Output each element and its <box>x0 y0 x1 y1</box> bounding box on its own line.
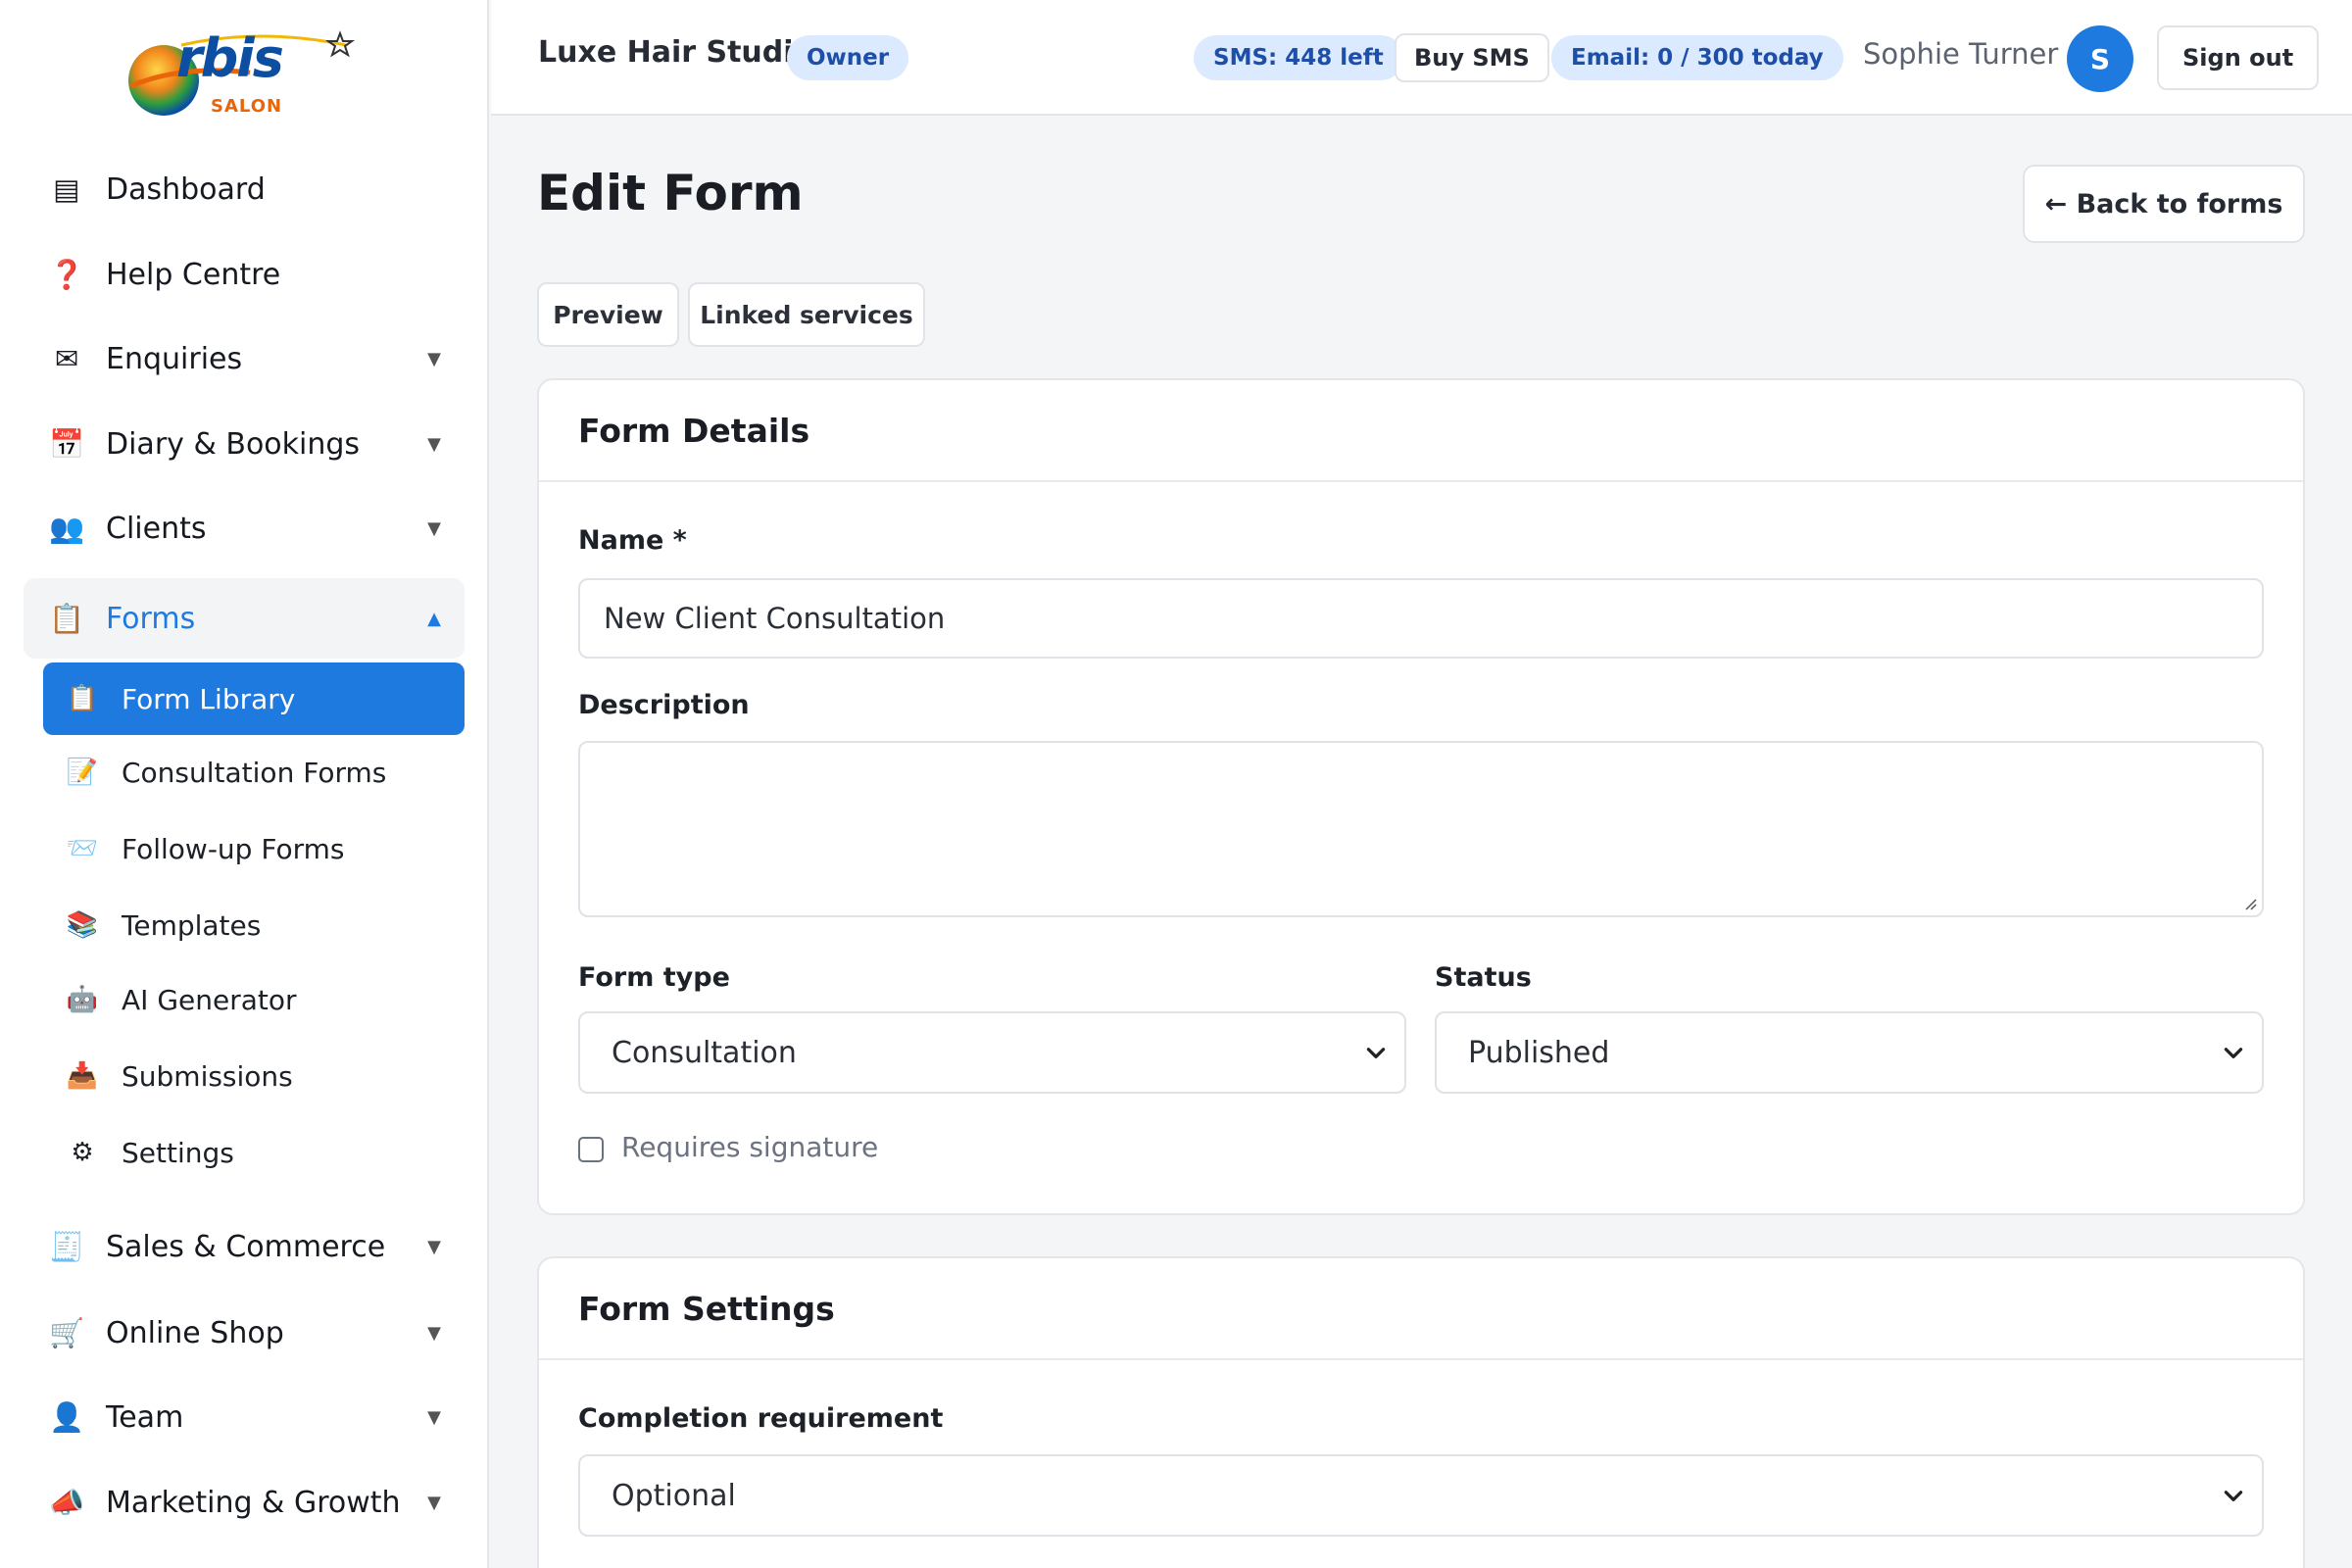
sign-out-button[interactable]: Sign out <box>2157 25 2320 90</box>
sidebar-item-label: Team <box>106 1399 184 1435</box>
sidebar-subitem-ai-generator[interactable]: 🤖 AI Generator <box>43 963 465 1036</box>
chevron-down-icon: ▼ <box>427 433 441 455</box>
status-select[interactable]: Published <box>1435 1011 2264 1094</box>
sidebar-item-sales-commerce[interactable]: 🧾 Sales & Commerce ▼ <box>24 1210 465 1283</box>
name-label: Name * <box>578 525 687 556</box>
user-icon: 👤 <box>48 1399 85 1434</box>
sidebar-item-label: Diary & Bookings <box>106 426 361 462</box>
chevron-down-icon: ▼ <box>427 1406 441 1428</box>
top-bar: Luxe Hair Studio Owner SMS: 448 left Buy… <box>491 0 2352 116</box>
chevron-down-icon <box>2224 1491 2243 1501</box>
sidebar-item-label: Enquiries <box>106 341 243 376</box>
chevron-down-icon: ▼ <box>427 517 441 539</box>
dashboard-icon: ▤ <box>53 172 80 206</box>
sidebar-subitem-form-library[interactable]: 📋 Form Library <box>43 662 465 735</box>
robot-icon: 🤖 <box>66 985 99 1014</box>
sidebar-item-label: Marketing & Growth <box>106 1485 401 1520</box>
books-icon: 📚 <box>66 910 99 940</box>
completion-requirement-label: Completion requirement <box>578 1403 944 1434</box>
sidebar-item-dashboard[interactable]: ▤ Dashboard <box>24 153 465 225</box>
description-textarea[interactable] <box>578 741 2264 917</box>
sidebar-item-label: Help Centre <box>106 257 281 292</box>
memo-icon: 📝 <box>66 758 99 787</box>
sidebar-item-label: Clients <box>106 511 207 546</box>
sidebar-item-marketing-growth[interactable]: 📣 Marketing & Growth ▼ <box>24 1466 465 1539</box>
logo-subtitle: SALON <box>211 96 283 117</box>
question-icon: ❓ <box>48 257 85 291</box>
sidebar-item-diary-bookings[interactable]: 📅 Diary & Bookings ▼ <box>24 408 465 480</box>
form-settings-heading: Form Settings <box>539 1258 2303 1360</box>
chevron-up-icon: ▲ <box>427 608 441 629</box>
user-name: Sophie Turner <box>1863 37 2059 71</box>
form-type-value: Consultation <box>612 1035 797 1070</box>
logo-wordmark: rbis <box>176 27 284 89</box>
chevron-down-icon: ▼ <box>427 1492 441 1513</box>
sidebar-item-team[interactable]: 👤 Team ▼ <box>24 1381 465 1453</box>
form-type-label: Form type <box>578 962 730 993</box>
email-quota-badge: Email: 0 / 300 today <box>1551 35 1843 80</box>
status-label: Status <box>1435 962 1532 993</box>
chevron-down-icon: ▼ <box>427 1236 441 1257</box>
form-settings-card: Form Settings Completion requirement Opt… <box>537 1256 2305 1568</box>
envelope-icon: ✉ <box>54 342 79 375</box>
chevron-down-icon: ▼ <box>427 348 441 369</box>
sidebar-subitem-label: Form Library <box>122 682 296 715</box>
requires-signature-label: Requires signature <box>621 1131 879 1163</box>
role-badge: Owner <box>787 35 909 80</box>
description-label: Description <box>578 690 750 720</box>
sidebar-item-clients[interactable]: 👥 Clients ▼ <box>24 492 465 564</box>
sidebar-subitem-label: Templates <box>122 908 262 942</box>
form-details-heading: Form Details <box>539 380 2303 482</box>
page-title: Edit Form <box>537 165 804 221</box>
sidebar-subitem-follow-up-forms[interactable]: 📨 Follow-up Forms <box>43 812 465 885</box>
cart-icon: 🛒 <box>48 1315 85 1349</box>
sidebar-subitem-label: Consultation Forms <box>122 756 387 789</box>
clipboard-icon: 📋 <box>66 684 99 713</box>
orbis-salon-logo[interactable]: rbis SALON <box>122 25 358 125</box>
sidebar-subitem-label: Submissions <box>122 1059 293 1093</box>
clients-icon: 👥 <box>48 511 85 545</box>
sidebar-subitem-submissions[interactable]: 📥 Submissions <box>43 1040 465 1112</box>
sidebar-subitem-settings[interactable]: ⚙ Settings <box>43 1116 465 1189</box>
incoming-envelope-icon: 📨 <box>66 834 99 863</box>
receipt-icon: 🧾 <box>48 1229 85 1263</box>
sidebar-item-enquiries[interactable]: ✉ Enquiries ▼ <box>24 322 465 395</box>
chevron-down-icon <box>2224 1048 2243 1058</box>
sidebar-item-forms[interactable]: 📋 Forms ▲ <box>24 578 465 659</box>
tab-preview[interactable]: Preview <box>537 282 679 347</box>
calendar-icon: 📅 <box>48 426 85 461</box>
sidebar-item-online-shop[interactable]: 🛒 Online Shop ▼ <box>24 1297 465 1369</box>
name-input[interactable] <box>578 578 2264 659</box>
sidebar-subitem-consultation-forms[interactable]: 📝 Consultation Forms <box>43 736 465 808</box>
sidebar-subitem-label: Settings <box>122 1136 234 1169</box>
requires-signature-checkbox[interactable] <box>578 1137 604 1162</box>
sidebar-item-label: Sales & Commerce <box>106 1229 386 1264</box>
gear-icon: ⚙ <box>71 1138 94 1167</box>
sidebar-subitem-label: AI Generator <box>122 983 297 1016</box>
back-to-forms-button[interactable]: ← Back to forms <box>2023 165 2305 243</box>
completion-requirement-value: Optional <box>612 1478 736 1513</box>
form-type-select[interactable]: Consultation <box>578 1011 1406 1094</box>
resize-grip-icon[interactable] <box>2242 896 2258 911</box>
completion-requirement-select[interactable]: Optional <box>578 1454 2264 1537</box>
clipboard-icon: 📋 <box>48 601 85 635</box>
megaphone-icon: 📣 <box>48 1485 85 1519</box>
sidebar-item-help-centre[interactable]: ❓ Help Centre <box>24 238 465 311</box>
inbox-icon: 📥 <box>66 1061 99 1091</box>
sidebar-subitem-templates[interactable]: 📚 Templates <box>43 889 465 961</box>
sidebar-item-label: Dashboard <box>106 172 266 207</box>
sidebar-item-label: Forms <box>106 601 196 636</box>
form-details-card: Form Details Name * Description Form typ… <box>537 378 2305 1215</box>
tab-linked-services[interactable]: Linked services <box>688 282 925 347</box>
sidebar-item-label: Online Shop <box>106 1315 284 1350</box>
status-value: Published <box>1468 1035 1610 1070</box>
sms-balance-badge: SMS: 448 left <box>1194 35 1403 80</box>
sidebar: rbis SALON ▤ Dashboard ❓ Help Centre ✉ E… <box>0 0 489 1568</box>
studio-name: Luxe Hair Studio <box>538 35 814 70</box>
chevron-down-icon: ▼ <box>427 1322 441 1344</box>
avatar[interactable]: S <box>2067 25 2133 92</box>
sidebar-subitem-label: Follow-up Forms <box>122 832 345 865</box>
buy-sms-button[interactable]: Buy SMS <box>1395 33 1549 82</box>
chevron-down-icon <box>1366 1048 1386 1058</box>
